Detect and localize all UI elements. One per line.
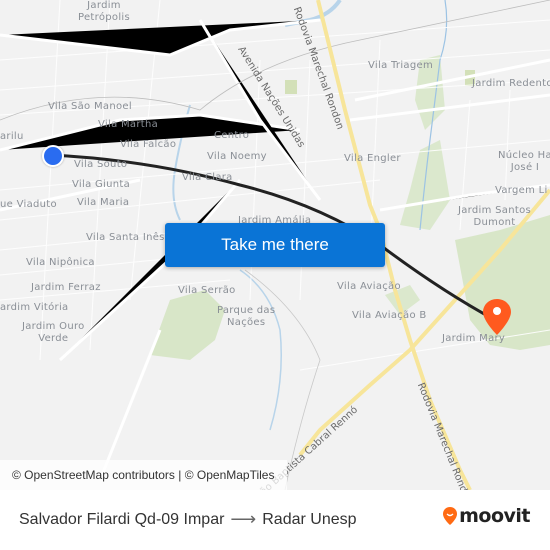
neighborhood-label: Vila Maria [77, 197, 130, 208]
park-area [150, 290, 225, 360]
neighborhood-label: Jardim Ouro Verde [22, 321, 85, 344]
neighborhood-label: Vila Giunta [72, 179, 131, 190]
neighborhood-label: Núcleo Ha José I [498, 150, 550, 173]
neighborhood-label: Vila Serrão [178, 285, 236, 296]
neighborhood-label: Vila Engler [344, 153, 401, 164]
neighborhood-label: Vila Triagem [368, 60, 433, 71]
neighborhood-label: Vila Aviação B [352, 310, 427, 321]
route-summary: Salvador Filardi Qd-09 Impar ⟶ Radar Une… [19, 509, 357, 530]
neighborhood-label: Vila São Manoel [48, 101, 132, 112]
moovit-logo[interactable]: moovit [443, 505, 530, 527]
neighborhood-label: Vargem Li [495, 185, 548, 196]
neighborhood-label: Jardim Santos Dumont [458, 205, 532, 228]
neighborhood-label: Vila Nipônica [26, 257, 95, 268]
neighborhood-label: Vila Clara [182, 172, 233, 183]
neighborhood-label: Jardim Ferraz [31, 282, 101, 293]
river [239, 269, 282, 431]
neighborhood-label: ue Viaduto [0, 199, 57, 210]
neighborhood-label: Centro [214, 130, 250, 141]
take-me-there-button[interactable]: Take me there [165, 223, 385, 267]
footer-bar: Salvador Filardi Qd-09 Impar ⟶ Radar Une… [0, 490, 550, 550]
neighborhood-label: Vila Falcão [120, 139, 177, 150]
neighborhood-label: Parque das Nações [217, 305, 276, 328]
moovit-wordmark: moovit [459, 505, 530, 527]
neighborhood-label: Vila Santa Inês [86, 232, 165, 243]
map-attribution[interactable]: © OpenStreetMap contributors | © OpenMap… [0, 460, 287, 490]
neighborhood-label: Vila Aviação [337, 281, 401, 292]
arrow-right-icon: ⟶ [230, 509, 257, 529]
neighborhood-label: arilu [0, 131, 24, 142]
destination-pin-icon[interactable] [482, 298, 512, 336]
neighborhood-label: Vila Souto [74, 159, 128, 170]
origin-name: Salvador Filardi Qd-09 Impar [19, 510, 225, 528]
moovit-pin-icon [443, 507, 458, 525]
neighborhood-label: ardim Vitória [0, 302, 69, 313]
origin-marker[interactable] [42, 145, 64, 167]
neighborhood-label: Vila Noemy [207, 151, 267, 162]
park-area [285, 80, 297, 94]
neighborhood-label: Jardim Redento [472, 78, 550, 89]
destination-name: Radar Unesp [262, 510, 357, 528]
neighborhood-label: Vila Martha [98, 119, 159, 130]
neighborhood-label: Jardim Petrópolis [78, 0, 130, 23]
map-view[interactable]: Jardim Petrópolis Vila São Manoel Vila Mart… [0, 0, 550, 490]
